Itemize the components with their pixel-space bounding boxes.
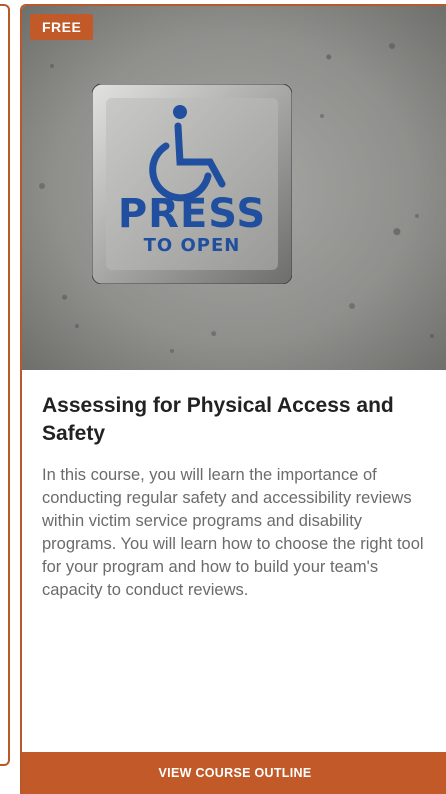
free-badge: FREE (30, 14, 94, 40)
view-course-outline-button[interactable]: VIEW COURSE OUTLINE (22, 752, 446, 794)
course-image: PRESS TO OPEN FREE (22, 6, 446, 370)
sign-text-press: PRESS (117, 191, 267, 237)
course-description: In this course, you will learn the impor… (42, 466, 424, 599)
course-title: Assessing for Physical Access and Safety (42, 394, 394, 445)
previous-card-edge (0, 4, 10, 766)
sign-text-to-open: TO OPEN (143, 235, 241, 256)
course-card[interactable]: PRESS TO OPEN FREE Assessing for Physica… (20, 4, 446, 794)
